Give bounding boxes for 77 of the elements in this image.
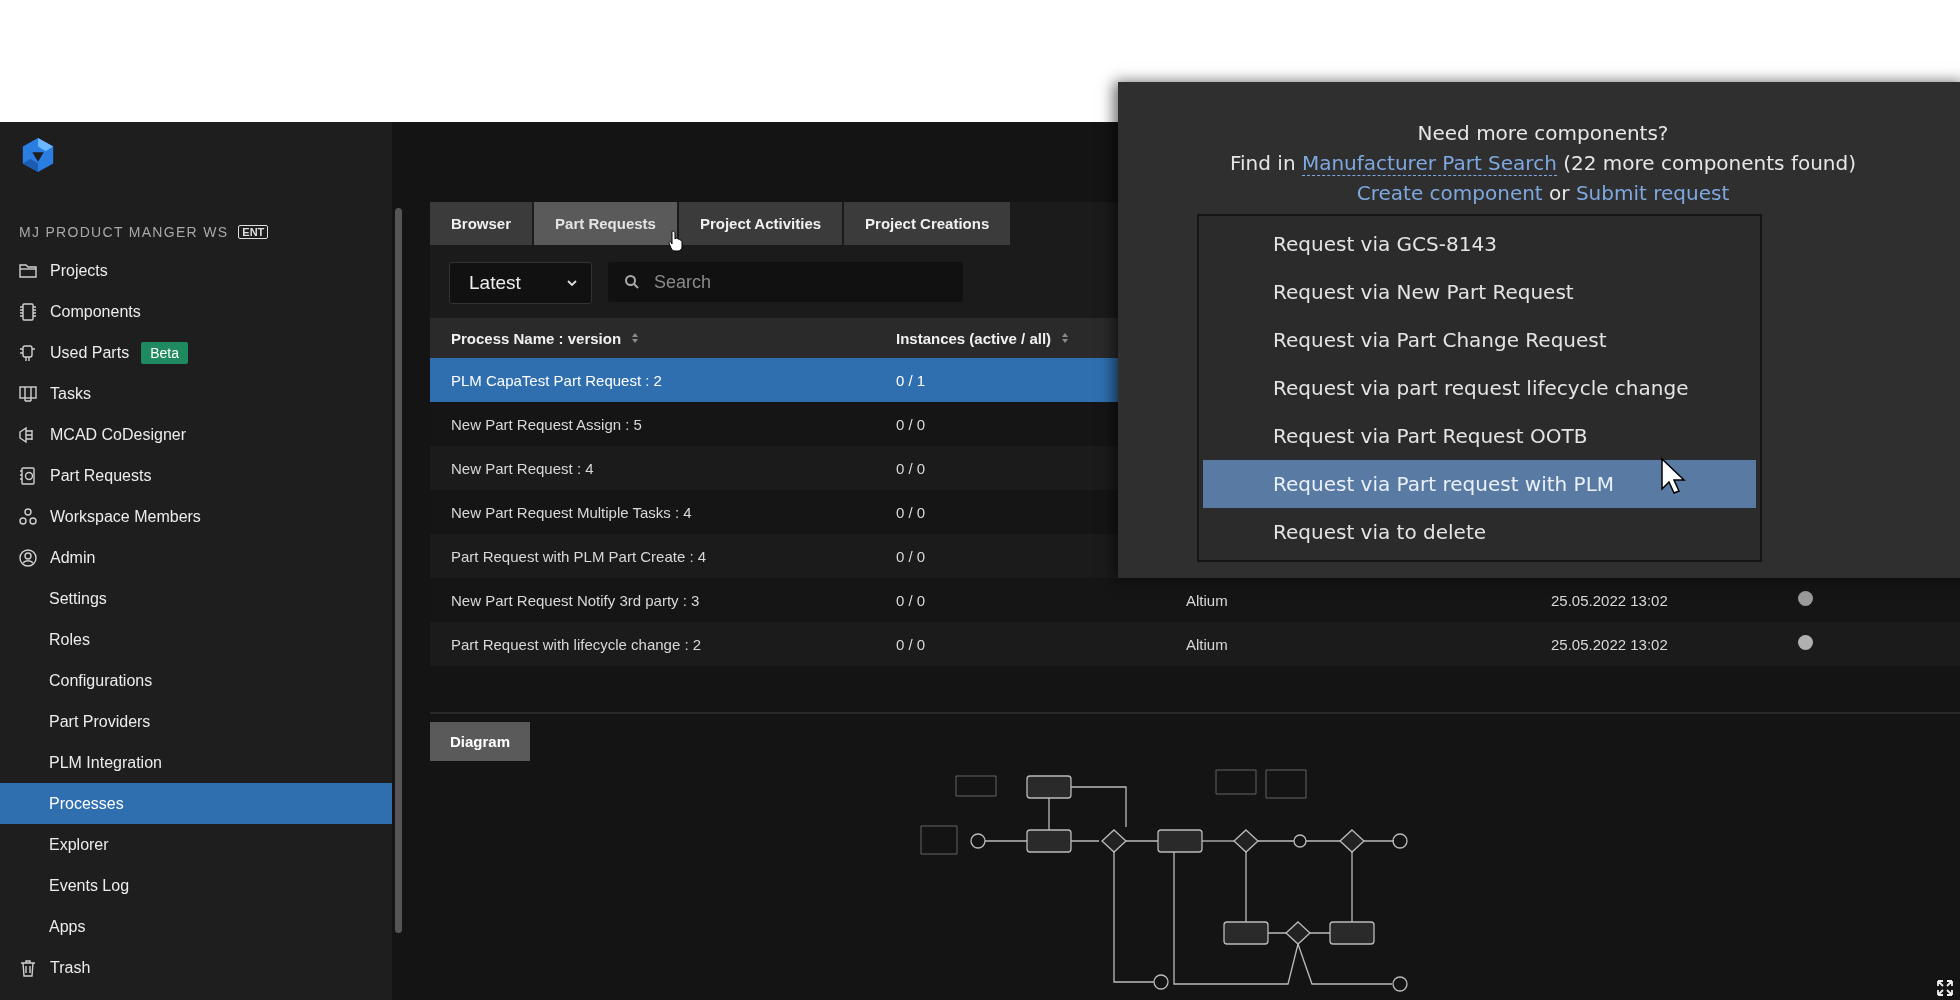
manufacturer-search-link[interactable]: Manufacturer Part Search [1301, 151, 1557, 176]
hand-cursor-icon [668, 230, 684, 252]
table-cell: 25.05.2022 13:02 [1551, 591, 1668, 609]
table-cell: Altium [1186, 591, 1228, 609]
menu-item[interactable]: Request via GCS-8143 [1203, 220, 1756, 268]
find-line: Find in Manufacturer Part Search (22 more components found) [1229, 150, 1857, 178]
table-cell: Part Request with PLM Part Create : 4 [451, 547, 707, 565]
table-cell: 0 / 0 [896, 459, 926, 477]
table-cell: PLM CapaTest Part Request : 2 [451, 371, 662, 389]
workspace-name: MJ PRODUCT MANGER WS [19, 224, 229, 240]
submit-request-link[interactable]: Submit request [1575, 181, 1730, 205]
table-cell: New Part Request : 4 [451, 459, 594, 477]
version-dropdown[interactable]: Latest [449, 262, 592, 304]
table-cell: New Part Request Multiple Tasks : 4 [451, 503, 692, 521]
menu-item[interactable]: Request via Part Request OOTB [1203, 412, 1756, 460]
trash-icon [18, 957, 38, 978]
user-icon [18, 547, 38, 568]
sidebar-item[interactable]: Workspace Members [0, 496, 392, 537]
table-cell: Altium [1186, 635, 1228, 653]
sidebar-item[interactable]: Admin [0, 537, 392, 578]
pointer-cursor-icon [1660, 457, 1686, 495]
table-cell: 0 / 0 [896, 547, 926, 565]
beta-badge: Beta [141, 341, 188, 364]
search-field[interactable]: Search [608, 262, 963, 302]
menu-item[interactable]: Request via Part request with PLM [1203, 460, 1756, 508]
scrollbar[interactable] [395, 208, 402, 933]
sidebar-subitem[interactable]: Events Log [0, 865, 392, 906]
table-cell: 25.05.2022 13:02 [1551, 635, 1668, 653]
table-cell: 0 / 0 [896, 635, 926, 653]
sidebar-item[interactable]: Used Parts Beta [0, 332, 392, 373]
sidebar-subitem[interactable]: Apps [0, 906, 392, 947]
sidebar-item[interactable]: Tasks [0, 373, 392, 414]
tab[interactable]: Browser [430, 202, 533, 245]
sidebar-subitem[interactable]: Settings [0, 578, 392, 619]
chevron-down-icon [565, 278, 579, 288]
sidebar-subitem[interactable]: PLM Integration [0, 742, 392, 783]
parts-icon [18, 342, 38, 363]
expand-icon[interactable] [1936, 979, 1954, 997]
sidebar-item[interactable]: MCAD CoDesigner [0, 414, 392, 455]
request-line: Create component or Submit request [1355, 180, 1731, 207]
sidebar-subitem[interactable]: Explorer [0, 824, 392, 865]
tab[interactable]: Project Creations [844, 202, 1011, 245]
sort-icon[interactable] [1061, 332, 1070, 344]
tab[interactable]: Diagram [430, 722, 531, 761]
column-header[interactable]: Instances (active / all) [896, 329, 1052, 347]
sidebar-subitem[interactable]: Part Providers [0, 701, 392, 742]
table-cell: Part Request with lifecycle change : 2 [451, 635, 702, 653]
table-cell: 0 / 0 [896, 503, 926, 521]
sidebar-subitem[interactable]: Processes [0, 783, 392, 824]
sidebar-subitem[interactable]: Roles [0, 619, 392, 660]
table-cell: 0 / 0 [896, 415, 926, 433]
table-row[interactable]: New Part Request Notify 3rd party : 3 0 / 0 Altium 25.05.2022 13:02 [430, 578, 1960, 622]
sidebar-item[interactable]: Trash [0, 947, 392, 988]
tab[interactable]: Project Activities [678, 202, 843, 245]
chip-icon [18, 301, 38, 322]
sidebar-item[interactable]: Part Requests [0, 455, 392, 496]
popup-heading: Need more components? [1416, 120, 1670, 147]
request-icon [18, 465, 38, 486]
table-cell: 0 / 1 [896, 371, 926, 389]
table-cell: New Part Request Assign : 5 [451, 415, 642, 433]
sort-icon[interactable] [631, 332, 640, 344]
create-component-link[interactable]: Create component [1356, 181, 1543, 205]
board-icon [18, 383, 38, 404]
tab[interactable]: Part Requests [534, 202, 677, 245]
table-cell: New Part Request Notify 3rd party : 3 [451, 591, 700, 609]
menu-item[interactable]: Request via part request lifecycle change [1203, 364, 1756, 412]
search-icon [624, 274, 640, 290]
menu-item[interactable]: Request via New Part Request [1203, 268, 1756, 316]
sidebar-subitem[interactable]: Configurations [0, 660, 392, 701]
sidebar-item[interactable]: Projects [0, 250, 392, 291]
table-cell: 0 / 0 [896, 591, 926, 609]
workspace-badge: ENT [238, 225, 269, 239]
members-icon [18, 506, 38, 527]
menu-item[interactable]: Request via Part Change Request [1203, 316, 1756, 364]
menu-item[interactable]: Request via to delete [1203, 508, 1756, 556]
sidebar-item[interactable]: Components [0, 291, 392, 332]
column-header[interactable]: Process Name : version [451, 329, 622, 347]
